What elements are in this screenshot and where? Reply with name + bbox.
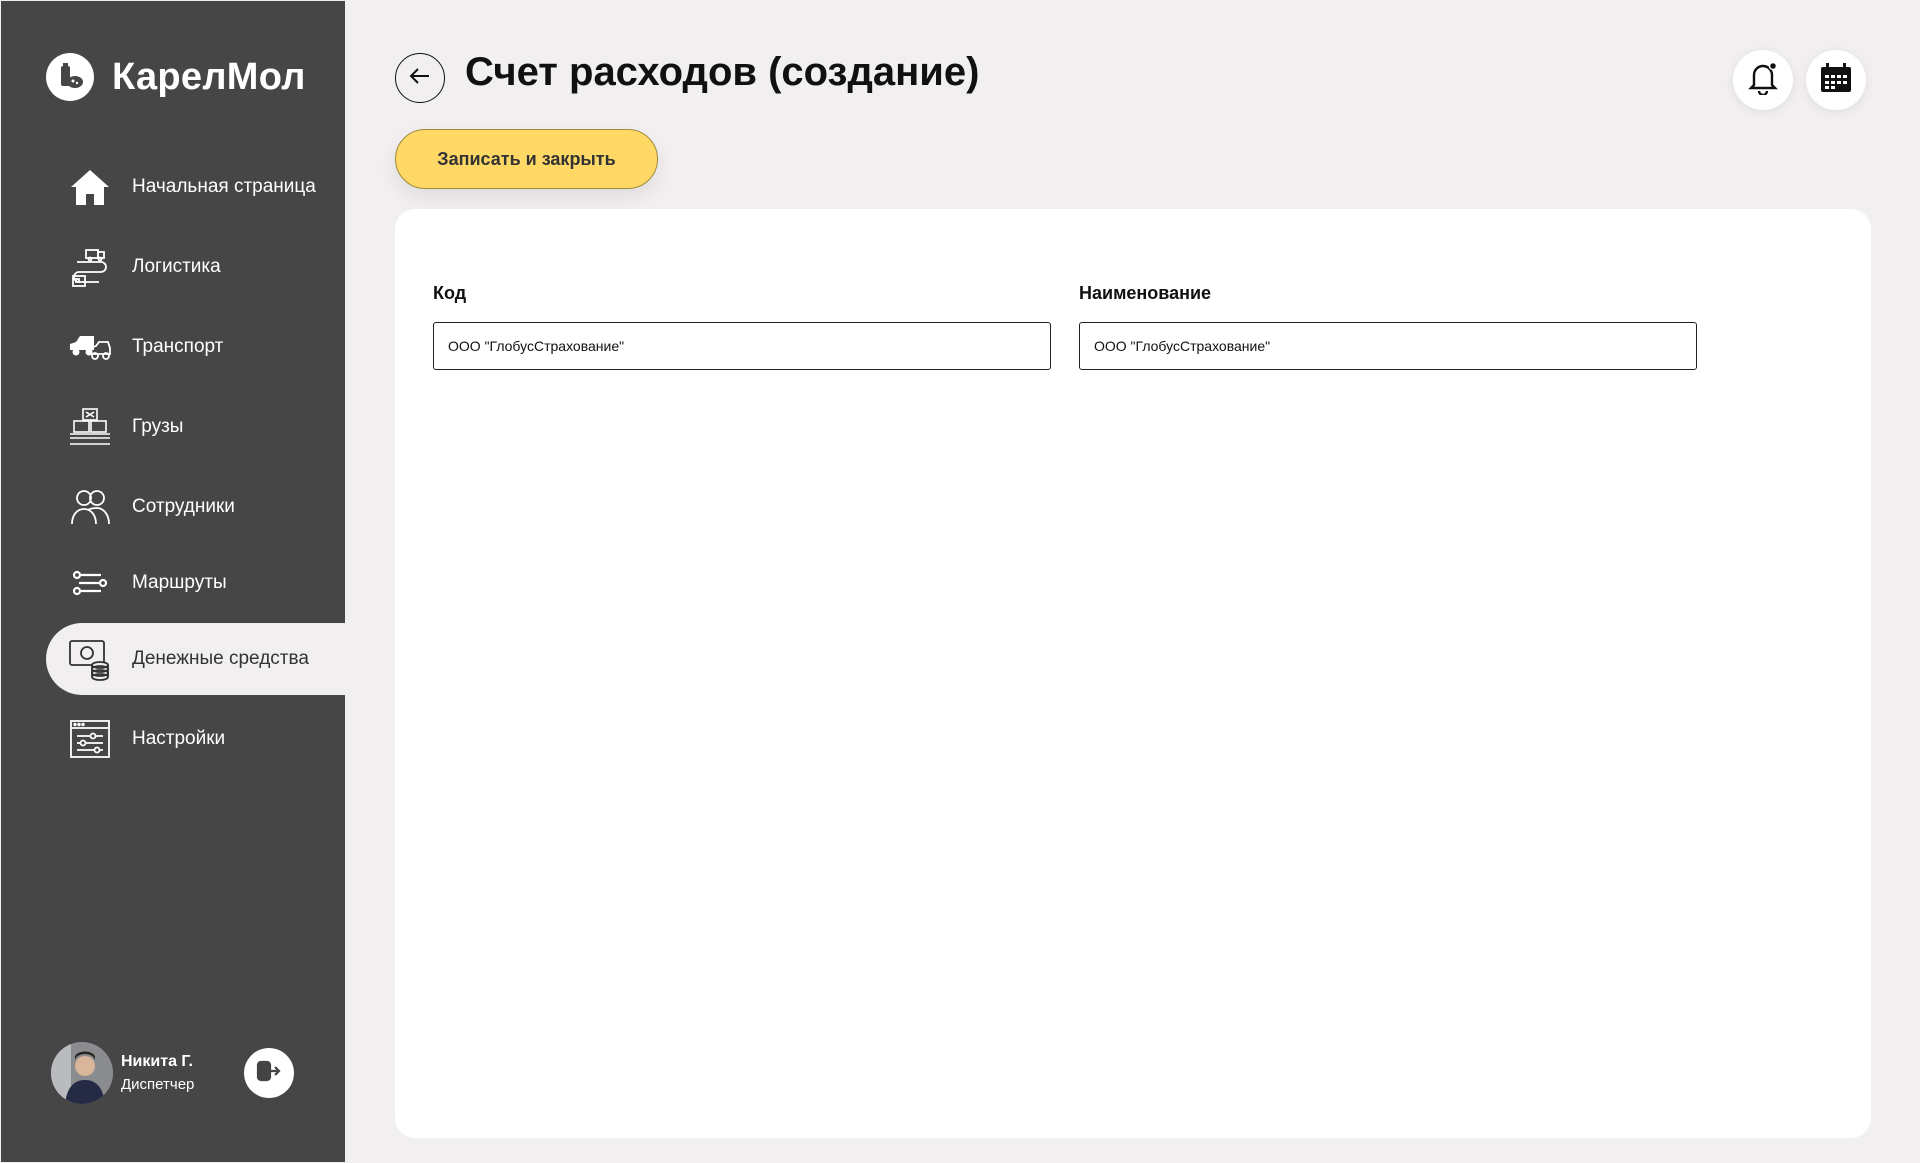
logistics-icon	[68, 245, 112, 289]
cargo-icon	[68, 405, 112, 449]
user-role: Диспетчер	[121, 1076, 195, 1093]
routes-icon	[68, 561, 112, 605]
sidebar-item-logistics[interactable]: Логистика	[46, 231, 345, 303]
transport-icon	[68, 325, 112, 369]
logout-button[interactable]	[244, 1048, 294, 1098]
code-label: Код	[433, 283, 467, 303]
avatar	[51, 1042, 113, 1104]
sidebar-item-employees[interactable]: Сотрудники	[46, 471, 345, 543]
user-profile[interactable]: Никита Г. Диспетчер	[51, 1042, 194, 1104]
brand-name: КарелМол	[112, 55, 306, 98]
sidebar-item-label: Маршруты	[132, 572, 227, 593]
sidebar-item-home[interactable]: Начальная страница	[46, 151, 345, 223]
user-name: Никита Г.	[121, 1053, 193, 1070]
sidebar-item-label: Сотрудники	[132, 496, 235, 517]
code-field: Код	[433, 283, 1051, 370]
sidebar-item-label: Настройки	[132, 728, 226, 749]
sidebar-item-routes[interactable]: Маршруты	[46, 547, 345, 619]
home-icon	[68, 165, 112, 209]
money-icon	[68, 637, 112, 681]
code-input[interactable]	[433, 322, 1051, 370]
save-and-close-button[interactable]: Записать и закрыть	[395, 129, 658, 189]
logout-icon	[256, 1060, 282, 1087]
form-panel: Код Наименование	[395, 209, 1871, 1138]
brand-logo[interactable]: КарелМол	[46, 53, 306, 101]
bell-icon	[1748, 61, 1778, 100]
sidebar-item-label: Логистика	[132, 256, 221, 277]
calendar-icon	[1820, 62, 1852, 98]
employees-icon	[68, 485, 112, 529]
arrow-left-icon	[409, 67, 431, 90]
settings-icon	[68, 717, 112, 761]
sidebar-item-transport[interactable]: Транспорт	[46, 311, 345, 383]
sidebar-item-label: Начальная страница	[132, 176, 316, 197]
sidebar-item-label: Транспорт	[132, 336, 224, 357]
milk-logo-icon	[46, 53, 94, 101]
sidebar-item-settings[interactable]: Настройки	[46, 703, 345, 775]
name-field: Наименование	[1079, 283, 1697, 370]
page-title: Счет расходов (создание)	[465, 50, 980, 94]
name-input[interactable]	[1079, 322, 1697, 370]
sidebar: КарелМол Начальная страница Логистика Тр…	[1, 1, 345, 1162]
sidebar-item-label: Денежные средства	[132, 648, 309, 669]
sidebar-item-label: Грузы	[132, 416, 184, 437]
notifications-button[interactable]	[1733, 50, 1793, 110]
sidebar-item-money[interactable]: Денежные средства	[46, 623, 345, 695]
sidebar-item-cargo[interactable]: Грузы	[46, 391, 345, 463]
calendar-button[interactable]	[1806, 50, 1866, 110]
name-label: Наименование	[1079, 283, 1212, 303]
back-button[interactable]	[395, 53, 445, 103]
